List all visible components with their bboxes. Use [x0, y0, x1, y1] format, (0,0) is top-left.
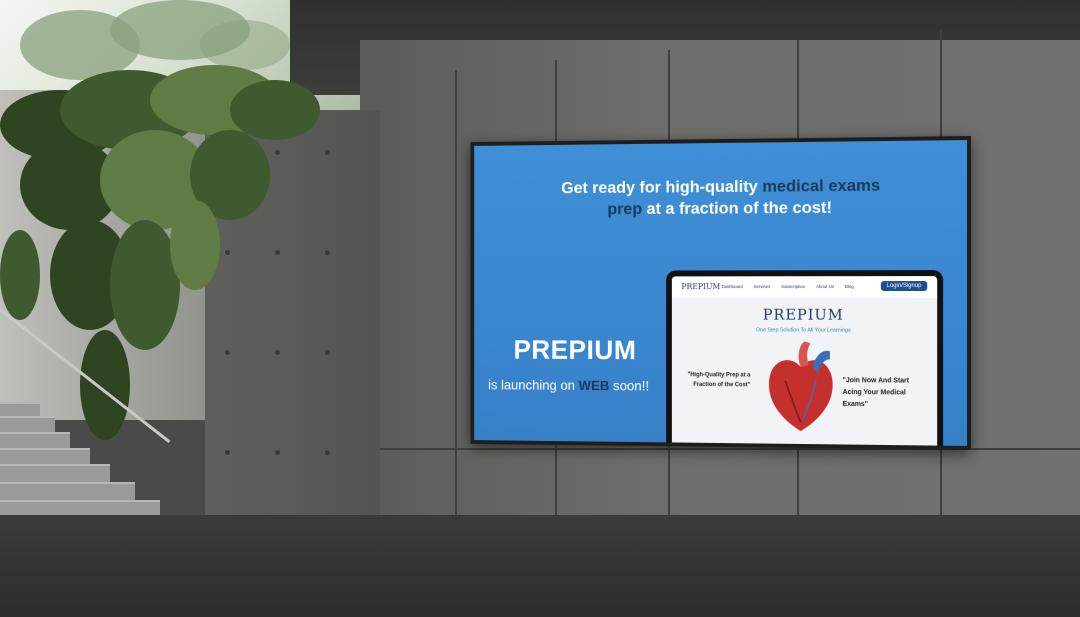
tablet-navbar: PREPIUM Dashboard Services Subscription …: [672, 276, 937, 298]
tablet-brand: PREPIUM: [672, 306, 937, 324]
heart-illustration-icon: [762, 337, 840, 436]
billboard-brand: PREPIUM: [500, 334, 650, 366]
nav-item-blog: Blog: [845, 284, 854, 289]
tablet-mockup: PREPIUM Dashboard Services Subscription …: [666, 270, 943, 446]
tablet-nav-items: Dashboard Services Subscription About Us…: [722, 284, 864, 289]
photo-scene: Get ready for high-quality medical exams…: [0, 0, 1080, 617]
tablet-quote-right: "Join Now And Start Acing Your Medical E…: [843, 375, 930, 411]
nav-item-about-us: About Us: [816, 284, 834, 289]
billboard-tagline: is launching on WEB soon!!: [480, 377, 658, 394]
nav-item-dashboard: Dashboard: [722, 284, 743, 289]
nav-item-subscription: Subscription: [781, 284, 805, 289]
billboard-frame: Get ready for high-quality medical exams…: [471, 136, 971, 450]
tablet-subtitle: One Step Solution To All Your Learnings: [672, 327, 937, 334]
tablet-logo: PREPIUM: [681, 282, 720, 291]
login-signup-button: Login/Signup: [881, 281, 927, 291]
billboard-headline: Get ready for high-quality medical exams…: [511, 174, 933, 220]
nav-item-services: Services: [754, 284, 771, 289]
tablet-screen: PREPIUM Dashboard Services Subscription …: [672, 276, 937, 446]
tablet-quote-left: "High-Quality Prep at a Fraction of the …: [683, 370, 750, 390]
billboard-screen: Get ready for high-quality medical exams…: [474, 140, 967, 446]
floor: [0, 515, 1080, 617]
